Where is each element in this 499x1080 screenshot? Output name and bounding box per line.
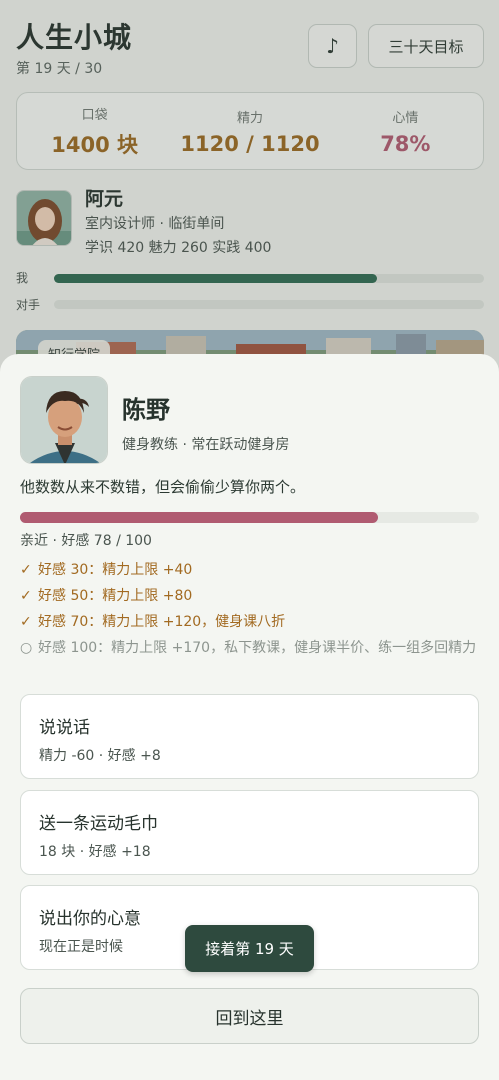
- milestone-text: 好感 30：精力上限 +40: [38, 562, 193, 578]
- npc-name: 陈野: [122, 396, 170, 424]
- circle-icon: ○: [20, 640, 33, 656]
- action-cost: 现在正是时候: [39, 939, 123, 955]
- milestone-text: 好感 50：精力上限 +80: [38, 588, 193, 604]
- milestone-text: 好感 70：精力上限 +120，健身课八折: [38, 614, 286, 630]
- affection-bar: [20, 512, 479, 523]
- action-title: 说出你的心意: [39, 909, 141, 929]
- npc-description: 他数数从来不数错，但会偷偷少算你两个。: [20, 478, 306, 496]
- return-button[interactable]: 回到这里: [20, 988, 479, 1044]
- milestone-item: ✓ 好感 50：精力上限 +80: [20, 583, 482, 609]
- milestone-item: ✓ 好感 30：精力上限 +40: [20, 557, 482, 583]
- check-icon: ✓: [20, 614, 32, 630]
- milestone-item: ✓ 好感 70：精力上限 +120，健身课八折: [20, 609, 482, 635]
- npc-avatar: [20, 376, 108, 464]
- check-icon: ✓: [20, 588, 32, 604]
- affection-status: 亲近 · 好感 78 / 100: [20, 533, 152, 549]
- toast-notification: 接着第 19 天: [185, 925, 314, 972]
- action-title: 送一条运动毛巾: [39, 814, 158, 834]
- action-talk-button[interactable]: 说说话 精力 -60 · 好感 +8: [20, 694, 479, 779]
- npc-role: 健身教练 · 常在跃动健身房: [122, 437, 290, 453]
- action-cost: 精力 -60 · 好感 +8: [39, 748, 161, 764]
- action-cost: 18 块 · 好感 +18: [39, 844, 151, 860]
- affection-fill: [20, 512, 379, 523]
- check-icon: ✓: [20, 562, 32, 578]
- milestone-list: ✓ 好感 30：精力上限 +40 ✓ 好感 50：精力上限 +80 ✓ 好感 7…: [20, 557, 482, 661]
- action-title: 说说话: [39, 718, 90, 738]
- milestone-item: ○ 好感 100：精力上限 +170，私下教课，健身课半价、练一组多回精力: [20, 635, 482, 661]
- action-gift-button[interactable]: 送一条运动毛巾 18 块 · 好感 +18: [20, 790, 479, 875]
- milestone-text: 好感 100：精力上限 +170，私下教课，健身课半价、练一组多回精力: [38, 640, 477, 656]
